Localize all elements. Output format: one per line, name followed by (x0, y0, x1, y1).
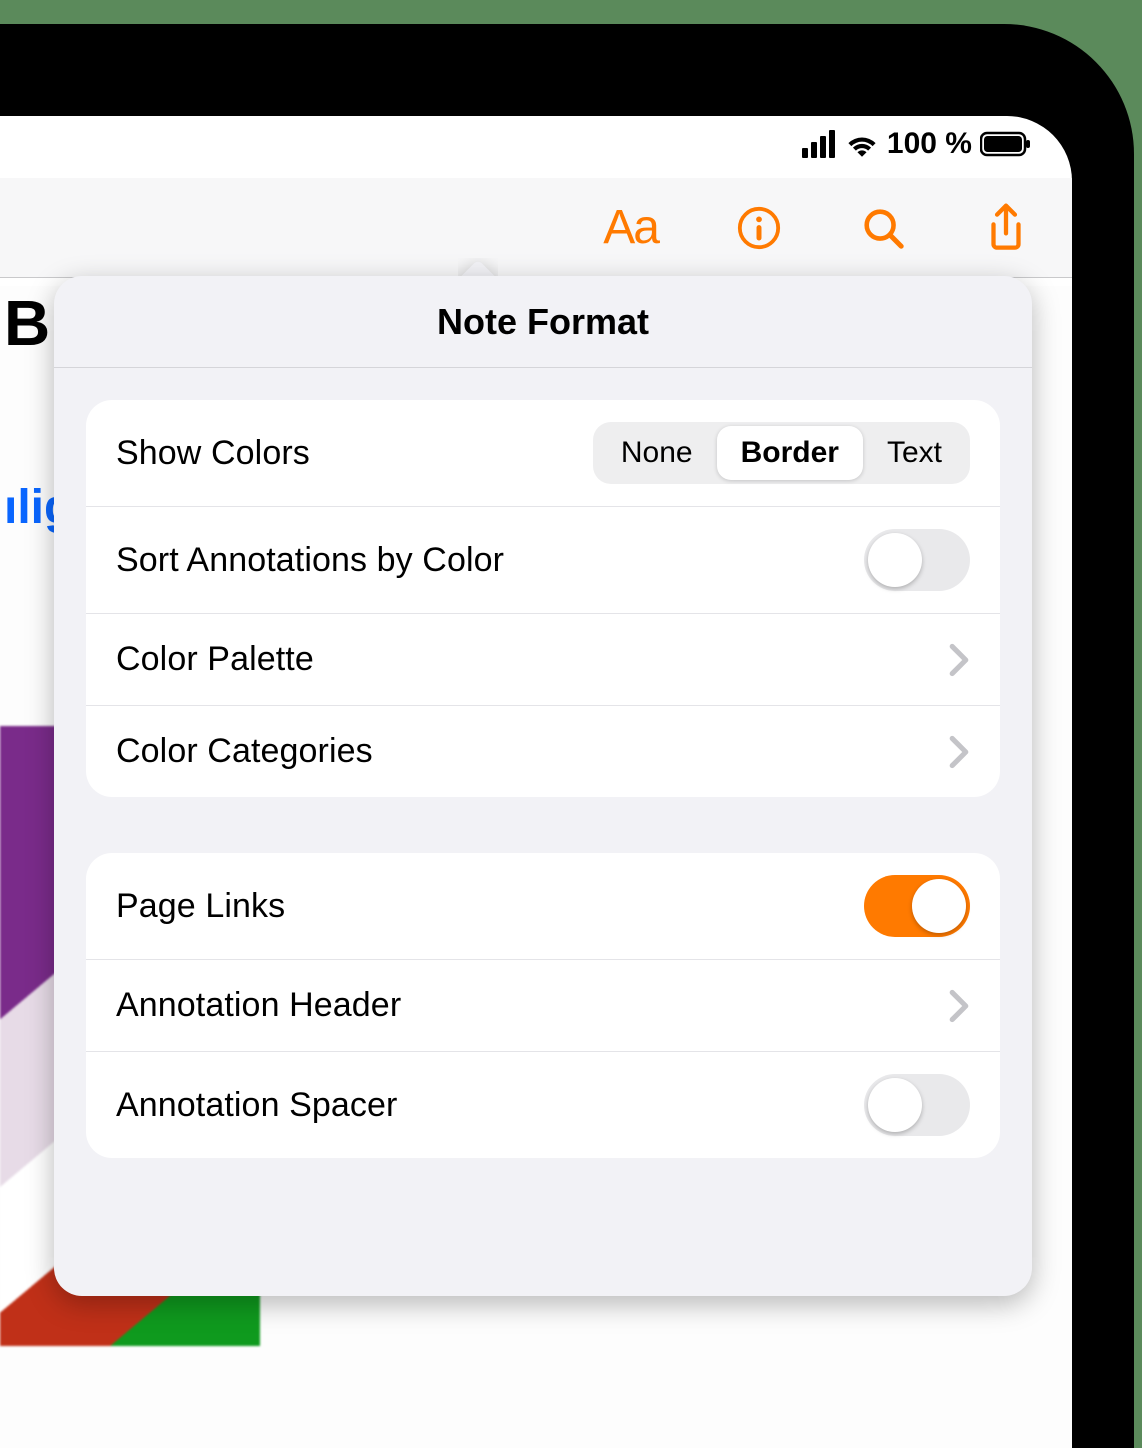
row-label: Show Colors (116, 434, 310, 473)
row-sort-by-color[interactable]: Sort Annotations by Color (86, 506, 1000, 613)
chevron-right-icon (948, 643, 970, 677)
battery-percent: 100 % (887, 127, 972, 161)
popover-title: Note Format (437, 301, 649, 343)
search-button[interactable] (860, 205, 906, 251)
row-color-palette[interactable]: Color Palette (86, 613, 1000, 705)
popover-header: Note Format (54, 276, 1032, 368)
top-toolbar: Aa (0, 178, 1072, 278)
sort-by-color-toggle[interactable] (864, 529, 970, 591)
row-label: Annotation Header (116, 986, 401, 1025)
row-label: Color Categories (116, 732, 373, 771)
share-icon (984, 203, 1028, 253)
format-button[interactable]: Aa (603, 200, 658, 255)
wifi-icon (845, 131, 879, 157)
row-annotation-spacer[interactable]: Annotation Spacer (86, 1051, 1000, 1158)
row-show-colors: Show Colors None Border Text (86, 400, 1000, 506)
row-label: Page Links (116, 887, 285, 926)
signal-icon (802, 130, 835, 158)
info-button[interactable] (736, 205, 782, 251)
annotation-spacer-toggle[interactable] (864, 1074, 970, 1136)
row-annotation-header[interactable]: Annotation Header (86, 959, 1000, 1051)
device-bezel: 100 % Aa Bi ılig (0, 24, 1134, 1448)
status-bar: 100 % (0, 116, 1072, 172)
popover-caret (458, 258, 498, 278)
chevron-right-icon (948, 735, 970, 769)
battery-icon (980, 131, 1032, 157)
search-icon (860, 205, 906, 251)
row-color-categories[interactable]: Color Categories (86, 705, 1000, 797)
chevron-right-icon (948, 989, 970, 1023)
page-links-toggle[interactable] (864, 875, 970, 937)
segment-text[interactable]: Text (863, 426, 966, 480)
row-label: Annotation Spacer (116, 1086, 397, 1125)
share-button[interactable] (984, 203, 1028, 253)
row-label: Sort Annotations by Color (116, 541, 504, 580)
device-frame: 100 % Aa Bi ılig (0, 0, 1142, 1448)
info-icon (736, 205, 782, 251)
segment-none[interactable]: None (597, 426, 717, 480)
row-page-links[interactable]: Page Links (86, 853, 1000, 959)
settings-group-colors: Show Colors None Border Text Sort Annota… (86, 400, 1000, 797)
settings-group-annotations: Page Links Annotation Header Annotation … (86, 853, 1000, 1158)
segment-border[interactable]: Border (717, 426, 863, 480)
note-format-popover: Note Format Show Colors None Border Text (54, 276, 1032, 1448)
screen: 100 % Aa Bi ılig (0, 116, 1072, 1448)
show-colors-segmented[interactable]: None Border Text (593, 422, 970, 484)
row-label: Color Palette (116, 640, 314, 679)
